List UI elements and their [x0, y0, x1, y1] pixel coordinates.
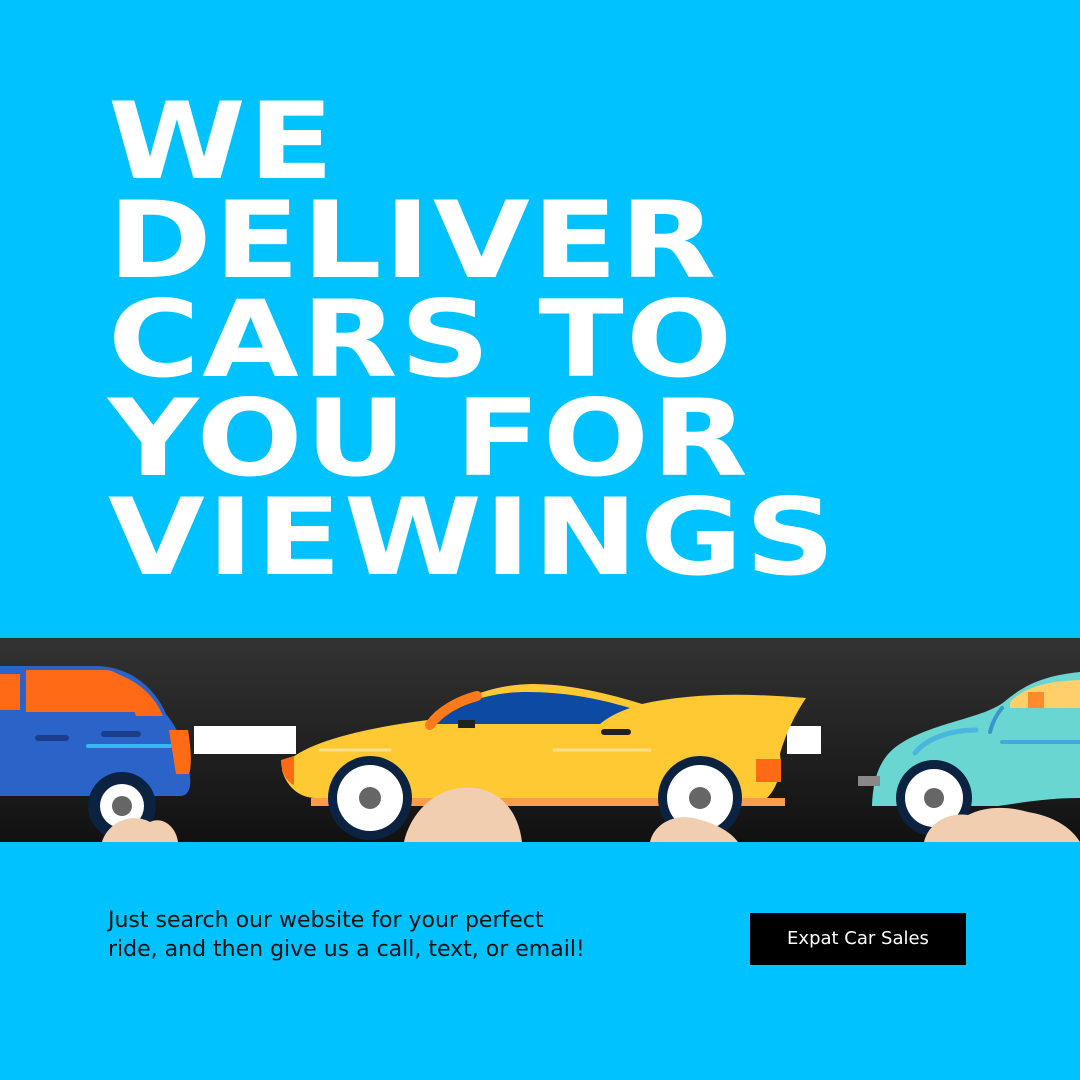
tagline-line-2: ride, and then give us a call, text, or …	[108, 937, 585, 962]
lane-marking-left	[194, 726, 296, 754]
headline-line-4: YOU FOR	[108, 377, 751, 500]
headline-line-1: WE	[108, 80, 337, 203]
expat-car-sales-button[interactable]: Expat Car Sales	[750, 913, 966, 965]
lane-marking-right	[787, 726, 821, 754]
road-illustration	[0, 638, 1080, 842]
headline-line-2: DELIVER	[108, 179, 719, 302]
headline: WE DELIVER CARS TO YOU FOR VIEWINGS	[108, 80, 1080, 599]
tagline-line-1: Just search our website for your perfect	[108, 908, 544, 933]
road-scene-svg	[0, 638, 1080, 842]
tagline: Just search our website for your perfect…	[108, 906, 628, 964]
headline-line-5: VIEWINGS	[108, 476, 838, 599]
headline-line-3: CARS TO	[108, 278, 735, 401]
promo-poster: WE DELIVER CARS TO YOU FOR VIEWINGS Just…	[0, 0, 1080, 1080]
